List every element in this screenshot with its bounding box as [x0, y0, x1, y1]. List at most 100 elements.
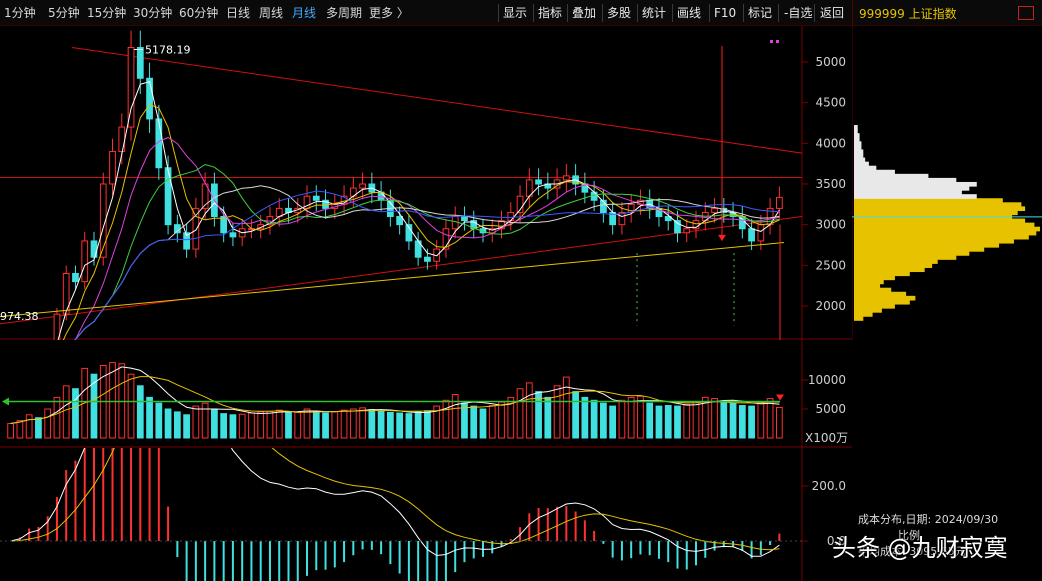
volume-bar: [238, 413, 246, 439]
cost-bar: [854, 238, 1014, 244]
cost-bar: [854, 161, 869, 167]
volume-bar: [461, 402, 468, 439]
period-tab-3[interactable]: 30分钟: [133, 5, 172, 21]
flag-icon[interactable]: [1018, 6, 1034, 20]
toolbar-button-5[interactable]: 画线: [677, 3, 701, 23]
stock-selector[interactable]: 999999 上证指数: [852, 0, 1042, 26]
cost-bar: [854, 247, 985, 252]
period-tab-8[interactable]: 多周期: [326, 5, 362, 21]
macd-background: [0, 448, 852, 581]
cost-bar: [854, 279, 884, 285]
volume-bar: [35, 417, 42, 439]
period-tab-9[interactable]: 更多 〉: [369, 5, 409, 21]
volume-bar: [498, 401, 505, 439]
toolbar-button-6[interactable]: F10: [714, 3, 736, 23]
toolbar-button-9[interactable]: 返回: [820, 3, 844, 23]
cost-bar: [854, 186, 970, 191]
volume-bar: [590, 399, 598, 439]
period-tab-4[interactable]: 60分钟: [179, 5, 218, 21]
candle: [674, 220, 681, 234]
toolbar-divider: [637, 4, 638, 22]
volume-bar: [294, 411, 302, 439]
candle: [748, 228, 755, 242]
candle: [62, 272, 70, 315]
candle: [424, 256, 431, 262]
volume-bar: [155, 402, 163, 439]
volume-bar: [405, 413, 413, 439]
volume-bar: [7, 423, 15, 439]
price-tick-label: 2500: [815, 258, 846, 272]
period-tab-6[interactable]: 周线: [259, 5, 283, 21]
volume-bar: [581, 396, 589, 439]
period-tab-2[interactable]: 15分钟: [87, 5, 126, 21]
toolbar-button-1[interactable]: 指标: [538, 3, 562, 23]
candle: [164, 167, 172, 226]
toolbar-button-3[interactable]: 多股: [607, 3, 631, 23]
cost-bar: [854, 190, 962, 195]
volume-bar: [312, 410, 320, 439]
volume-bar: [359, 407, 366, 439]
cost-bar: [854, 125, 858, 130]
toolbar-button-0[interactable]: 显示: [503, 3, 527, 23]
volume-bar: [229, 414, 237, 439]
toolbar-divider: [709, 4, 710, 22]
volume-bar: [720, 400, 728, 439]
volume-bar: [572, 391, 579, 439]
volume-chart[interactable]: 10000 5000 X100万: [0, 340, 852, 448]
volume-bar: [729, 402, 737, 439]
cost-bar: [854, 234, 1029, 240]
toolbar-divider: [498, 4, 499, 22]
cost-bar: [854, 242, 1000, 248]
cost-bar: [854, 312, 873, 317]
candle: [359, 183, 366, 189]
price-tick-label: 3000: [815, 218, 846, 232]
toolbar-button-2[interactable]: 叠加: [572, 3, 596, 23]
cost-bar: [854, 177, 957, 183]
volume-bar: [757, 402, 765, 439]
watermark: 头条 @九财寂寞: [832, 534, 1008, 562]
candle: [109, 150, 116, 185]
candle: [90, 240, 98, 258]
toolbar-button-7[interactable]: 标记: [748, 3, 772, 23]
cost-bar: [854, 153, 864, 159]
cost-bar: [854, 202, 1022, 207]
volume-bar: [488, 405, 496, 439]
cost-bar: [854, 210, 1018, 216]
volume-bar: [53, 396, 61, 439]
volume-bar: [72, 388, 79, 439]
toolbar-button-8[interactable]: -自选: [784, 3, 812, 23]
volume-bar: [442, 399, 450, 439]
cost-bar: [854, 222, 1035, 228]
price-tick-label: 3500: [815, 177, 846, 191]
cost-bar: [854, 206, 1026, 212]
toolbar-divider: [778, 4, 779, 22]
period-tab-5[interactable]: 日线: [226, 5, 250, 21]
cost-bar: [854, 194, 977, 199]
volume-bar: [303, 408, 311, 439]
cost-bar: [854, 287, 892, 293]
candle: [396, 216, 404, 226]
macd-chart[interactable]: 400.0200.00.0: [0, 448, 852, 581]
volume-bar: [90, 373, 98, 439]
period-tab-1[interactable]: 5分钟: [48, 5, 80, 21]
period-tab-0[interactable]: 1分钟: [4, 5, 36, 21]
cost-info-title: 成本分布,日期: 2024/09/30: [858, 513, 999, 526]
candle: [220, 216, 228, 234]
cost-bar: [854, 149, 864, 155]
volume-bar: [516, 388, 524, 439]
candle: [127, 47, 135, 128]
period-tab-7[interactable]: 月线: [292, 5, 316, 21]
volume-bar: [664, 405, 672, 439]
volume-bar: [340, 409, 348, 439]
volume-bar: [331, 411, 339, 439]
price-chart[interactable]: 5000 4500 4000 3500 3000 2500 2000 5178.19 974.3…: [0, 26, 852, 340]
cost-bar: [854, 137, 860, 142]
toolbar-button-4[interactable]: 统计: [642, 3, 666, 23]
cost-bar: [854, 173, 929, 179]
volume-bar: [609, 405, 617, 439]
volume-bar: [220, 413, 228, 439]
volume-bar: [424, 410, 431, 439]
volume-bar: [627, 396, 635, 439]
volume-bar: [136, 385, 144, 439]
volume-bar: [173, 411, 181, 439]
